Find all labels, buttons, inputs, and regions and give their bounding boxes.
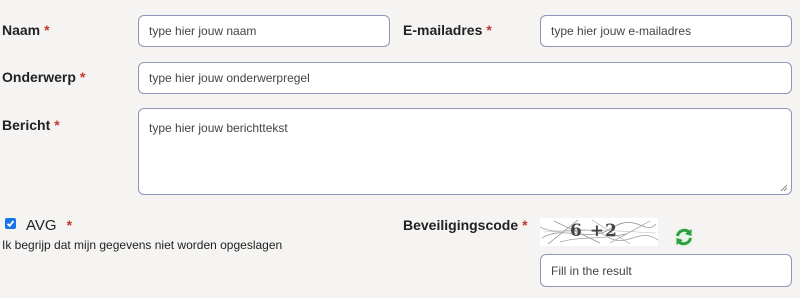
message-textarea[interactable] [138, 108, 792, 195]
required-mark: * [79, 69, 86, 85]
resize-handle-icon[interactable] [780, 184, 788, 192]
message-wrapper [138, 108, 792, 195]
email-label: E-mailadres * [403, 22, 492, 38]
message-label: Bericht * [2, 117, 60, 133]
captcha-result-input[interactable] [540, 254, 792, 287]
refresh-captcha-icon[interactable] [673, 226, 695, 248]
name-input[interactable] [138, 15, 390, 47]
required-mark: * [522, 217, 528, 233]
name-label: Naam * [2, 22, 50, 38]
avg-description: Ik begrijp dat mijn gegevens niet worden… [2, 238, 283, 252]
captcha-text: 6 +2 [570, 221, 618, 241]
required-mark: * [54, 117, 60, 133]
avg-checkbox[interactable] [5, 218, 16, 229]
required-mark: * [486, 22, 492, 38]
checkmark-icon [6, 220, 15, 228]
security-label: Beveiligingscode * [403, 217, 528, 233]
subject-input[interactable] [138, 62, 792, 94]
captcha-image: 6 +2 [540, 218, 658, 246]
avg-label: AVG * [26, 217, 73, 234]
required-mark: * [66, 217, 73, 233]
email-input[interactable] [540, 15, 792, 47]
subject-label: Onderwerp * [2, 69, 86, 85]
required-mark: * [44, 22, 50, 38]
